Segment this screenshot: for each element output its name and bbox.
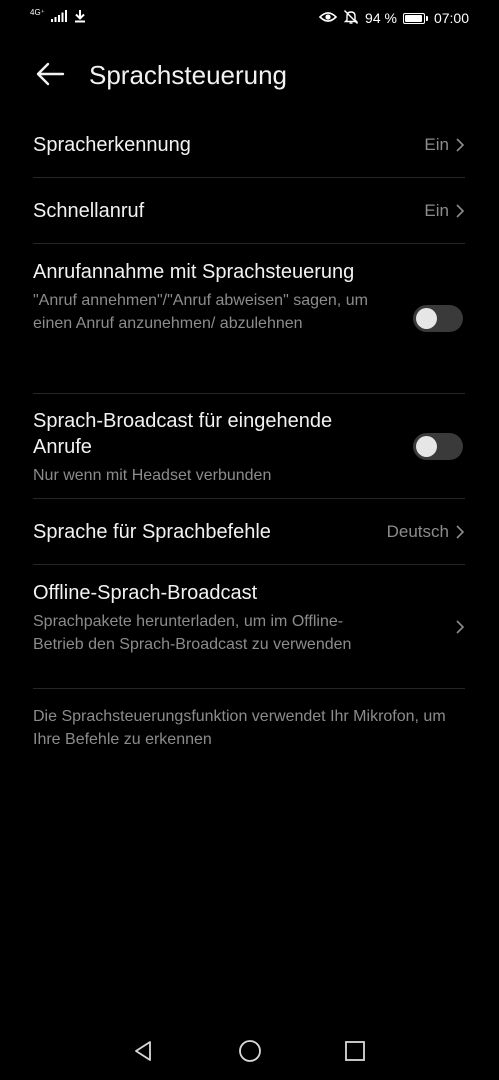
status-right: 94 % 07:00 xyxy=(318,8,469,28)
setting-value-wrap: Deutsch xyxy=(387,520,465,544)
broadcast-toggle[interactable] xyxy=(413,433,463,460)
chevron-right-icon xyxy=(455,619,465,635)
setting-sprache[interactable]: Sprache für Sprachbefehle Deutsch xyxy=(33,499,465,565)
navigation-bar xyxy=(0,1030,499,1076)
battery-icon xyxy=(402,12,428,24)
settings-list: Spracherkennung Ein Schnellanruf Ein Anr… xyxy=(33,112,465,689)
nav-back-button[interactable] xyxy=(130,1040,156,1066)
clock: 07:00 xyxy=(433,10,469,26)
setting-title: Sprache für Sprachbefehle xyxy=(33,521,271,543)
setting-value: Deutsch xyxy=(386,522,449,541)
status-left: 4G⁺ xyxy=(30,8,87,28)
download-icon xyxy=(73,9,87,28)
toggle-knob xyxy=(416,436,437,457)
setting-anrufannahme: Anrufannahme mit Sprachsteuerung "Anruf … xyxy=(33,244,465,394)
back-button[interactable] xyxy=(30,56,70,96)
setting-title: Spracherkennung xyxy=(33,134,191,156)
nav-back-icon xyxy=(132,1040,154,1067)
chevron-right-icon xyxy=(455,203,465,219)
status-bar: 4G⁺ 94 % 07:00 xyxy=(0,0,499,36)
setting-title: Sprach-Broadcast für eingehende Anrufe xyxy=(33,410,333,458)
setting-title: Anrufannahme mit Sprachsteuerung xyxy=(33,261,355,283)
chevron-right-icon xyxy=(455,137,465,153)
signal-icon xyxy=(50,9,67,27)
setting-value: Ein xyxy=(424,201,449,220)
chevron-right-icon xyxy=(455,524,465,540)
setting-value-wrap xyxy=(455,619,465,635)
setting-text-block: Sprach-Broadcast für eingehende Anrufe N… xyxy=(33,408,383,487)
setting-value-wrap: Ein xyxy=(424,199,465,223)
nav-recents-icon xyxy=(344,1040,366,1067)
setting-title: Offline-Sprach-Broadcast xyxy=(33,582,258,604)
battery-level xyxy=(404,14,422,22)
footer-note: Die Sprachsteuerungsfunktion verwendet I… xyxy=(33,708,446,748)
nav-home-icon xyxy=(238,1039,262,1068)
network-type: 4G⁺ xyxy=(30,8,45,17)
setting-offline[interactable]: Offline-Sprach-Broadcast Sprachpakete he… xyxy=(33,565,465,689)
toggle-knob xyxy=(416,308,437,329)
setting-title: Schnellanruf xyxy=(33,200,145,222)
anrufannahme-toggle[interactable] xyxy=(413,305,463,332)
setting-text-block: Anrufannahme mit Sprachsteuerung "Anruf … xyxy=(33,259,383,335)
setting-spracherkennung[interactable]: Spracherkennung Ein xyxy=(33,112,465,178)
setting-subtitle: "Anruf annehmen"/"Anruf abweisen" sagen,… xyxy=(33,292,368,332)
setting-subtitle: Nur wenn mit Headset verbunden xyxy=(33,467,272,484)
setting-value: Ein xyxy=(424,135,449,154)
battery-percent: 94 % xyxy=(365,10,397,26)
setting-text-block: Offline-Sprach-Broadcast Sprachpakete he… xyxy=(33,580,383,656)
setting-value-wrap: Ein xyxy=(424,133,465,157)
nav-home-button[interactable] xyxy=(237,1039,263,1068)
setting-schnellanruf[interactable]: Schnellanruf Ein xyxy=(33,178,465,244)
header: Sprachsteuerung xyxy=(0,48,499,104)
nav-recents-button[interactable] xyxy=(342,1040,368,1066)
setting-subtitle: Sprachpakete herunterladen, um im Offlin… xyxy=(33,613,352,653)
back-arrow-icon xyxy=(35,62,65,91)
mute-icon xyxy=(343,9,359,28)
eye-icon xyxy=(318,10,338,26)
setting-broadcast: Sprach-Broadcast für eingehende Anrufe N… xyxy=(33,394,465,499)
page-title: Sprachsteuerung xyxy=(89,60,288,90)
